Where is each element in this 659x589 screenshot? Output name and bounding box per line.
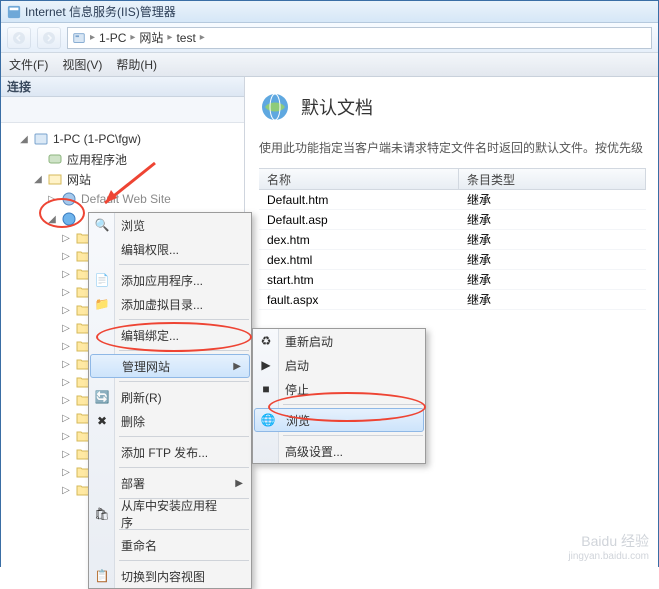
ctx-edit-bindings[interactable]: 编辑绑定... [89, 323, 251, 347]
breadcrumb[interactable]: ▸ 1-PC ▸ 网站 ▸ test ▸ [67, 27, 652, 49]
crumb-test[interactable]: test [176, 31, 195, 45]
delete-icon: ✖ [94, 413, 110, 429]
title-bar: Internet 信息服务(IIS)管理器 [1, 1, 658, 23]
ctx-restart[interactable]: ♻重新启动 [253, 329, 425, 353]
tree-app-pool-label: 应用程序池 [67, 151, 127, 168]
menu-help[interactable]: 帮助(H) [116, 56, 157, 73]
globe-icon [61, 191, 77, 207]
submenu-arrow-icon: ▶ [235, 478, 243, 489]
browse-icon: 🌐 [260, 412, 276, 428]
content-panel: 默认文档 使用此功能指定当客户端未请求特定文件名时返回的默认文件。按优先级 名称… [245, 77, 658, 568]
collapse-icon[interactable]: ◢ [47, 214, 57, 225]
server-icon [72, 31, 86, 45]
watermark: Baidu 经验 jingyan.baidu.com [568, 532, 649, 563]
table-row[interactable]: Default.htm继承 [259, 190, 646, 210]
tree-server[interactable]: ◢ 1-PC (1-PC\fgw) [19, 129, 240, 149]
ctx-explore[interactable]: 🔍浏览 [89, 213, 251, 237]
app-pool-icon [47, 151, 63, 167]
stop-icon: ■ [258, 381, 274, 397]
page-title: 默认文档 [301, 94, 373, 120]
table-row[interactable]: fault.aspx继承 [259, 290, 646, 310]
window-title: Internet 信息服务(IIS)管理器 [25, 3, 176, 20]
app-icon [7, 5, 21, 19]
globe-icon [61, 211, 77, 227]
magnifier-icon: 🔍 [94, 217, 110, 233]
page-description: 使用此功能指定当客户端未请求特定文件名时返回的默认文件。按优先级 [259, 139, 646, 156]
ctx-advanced-settings[interactable]: 高级设置... [253, 439, 425, 463]
ctx-manage-site[interactable]: 管理网站▶ [90, 354, 250, 378]
sites-icon [47, 171, 63, 187]
refresh-icon: 🔄 [94, 389, 110, 405]
menu-file[interactable]: 文件(F) [9, 56, 48, 73]
table-row[interactable]: dex.htm继承 [259, 230, 646, 250]
start-icon: ▶ [258, 357, 274, 373]
collapse-icon[interactable]: ◢ [33, 174, 43, 185]
forward-button[interactable] [37, 27, 61, 49]
ctx-add-app[interactable]: 📄添加应用程序... [89, 268, 251, 292]
nav-bar: ▸ 1-PC ▸ 网站 ▸ test ▸ [1, 23, 658, 53]
table-row[interactable]: Default.asp继承 [259, 210, 646, 230]
ctx-add-vdir[interactable]: 📁添加虚拟目录... [89, 292, 251, 316]
connections-toolbar [1, 97, 244, 123]
table-row[interactable]: start.htm继承 [259, 270, 646, 290]
tree-server-label: 1-PC (1-PC\fgw) [53, 132, 141, 146]
default-doc-icon [259, 91, 291, 123]
gallery-icon: 🛍 [94, 506, 110, 522]
restart-icon: ♻ [258, 333, 274, 349]
tree-sites-label: 网站 [67, 171, 91, 188]
add-vdir-icon: 📁 [94, 296, 110, 312]
ctx-browse[interactable]: 🌐浏览 [254, 408, 424, 432]
col-header-name[interactable]: 名称 [259, 169, 459, 189]
ctx-stop[interactable]: ■停止 [253, 377, 425, 401]
server-icon [33, 131, 49, 147]
table-row[interactable]: dex.html继承 [259, 250, 646, 270]
add-app-icon: 📄 [94, 272, 110, 288]
ctx-start[interactable]: ▶启动 [253, 353, 425, 377]
connections-header: 连接 [1, 77, 244, 97]
ctx-install-from-library[interactable]: 🛍从库中安装应用程序 [89, 502, 251, 526]
tree-sites[interactable]: ◢ 网站 [33, 169, 240, 189]
collapse-icon[interactable]: ◢ [19, 134, 29, 145]
crumb-sites[interactable]: 网站 [139, 29, 163, 46]
default-doc-grid: 名称 条目类型 Default.htm继承 Default.asp继承 dex.… [259, 168, 646, 310]
tree-app-pool[interactable]: 应用程序池 [33, 149, 240, 169]
ctx-refresh[interactable]: 🔄刷新(R) [89, 385, 251, 409]
context-submenu-manage: ♻重新启动 ▶启动 ■停止 🌐浏览 高级设置... [252, 328, 426, 464]
crumb-root[interactable]: 1-PC [99, 31, 126, 45]
ctx-add-ftp[interactable]: 添加 FTP 发布... [89, 440, 251, 464]
ctx-delete[interactable]: ✖删除 [89, 409, 251, 433]
ctx-switch-content-view[interactable]: 📋切换到内容视图 [89, 564, 251, 588]
menu-view[interactable]: 视图(V) [62, 56, 102, 73]
menu-bar: 文件(F) 视图(V) 帮助(H) [1, 53, 658, 77]
expand-icon[interactable]: ▷ [47, 194, 57, 205]
view-icon: 📋 [94, 568, 110, 584]
context-menu-site: 🔍浏览 编辑权限... 📄添加应用程序... 📁添加虚拟目录... 编辑绑定..… [88, 212, 252, 589]
col-header-type[interactable]: 条目类型 [459, 169, 646, 189]
back-button[interactable] [7, 27, 31, 49]
tree-default-site[interactable]: ▷ Default Web Site [47, 189, 240, 209]
ctx-deploy[interactable]: 部署▶ [89, 471, 251, 495]
submenu-arrow-icon: ▶ [233, 361, 241, 372]
ctx-edit-permissions[interactable]: 编辑权限... [89, 237, 251, 261]
tree-default-site-label: Default Web Site [81, 192, 171, 206]
ctx-rename[interactable]: 重命名 [89, 533, 251, 557]
